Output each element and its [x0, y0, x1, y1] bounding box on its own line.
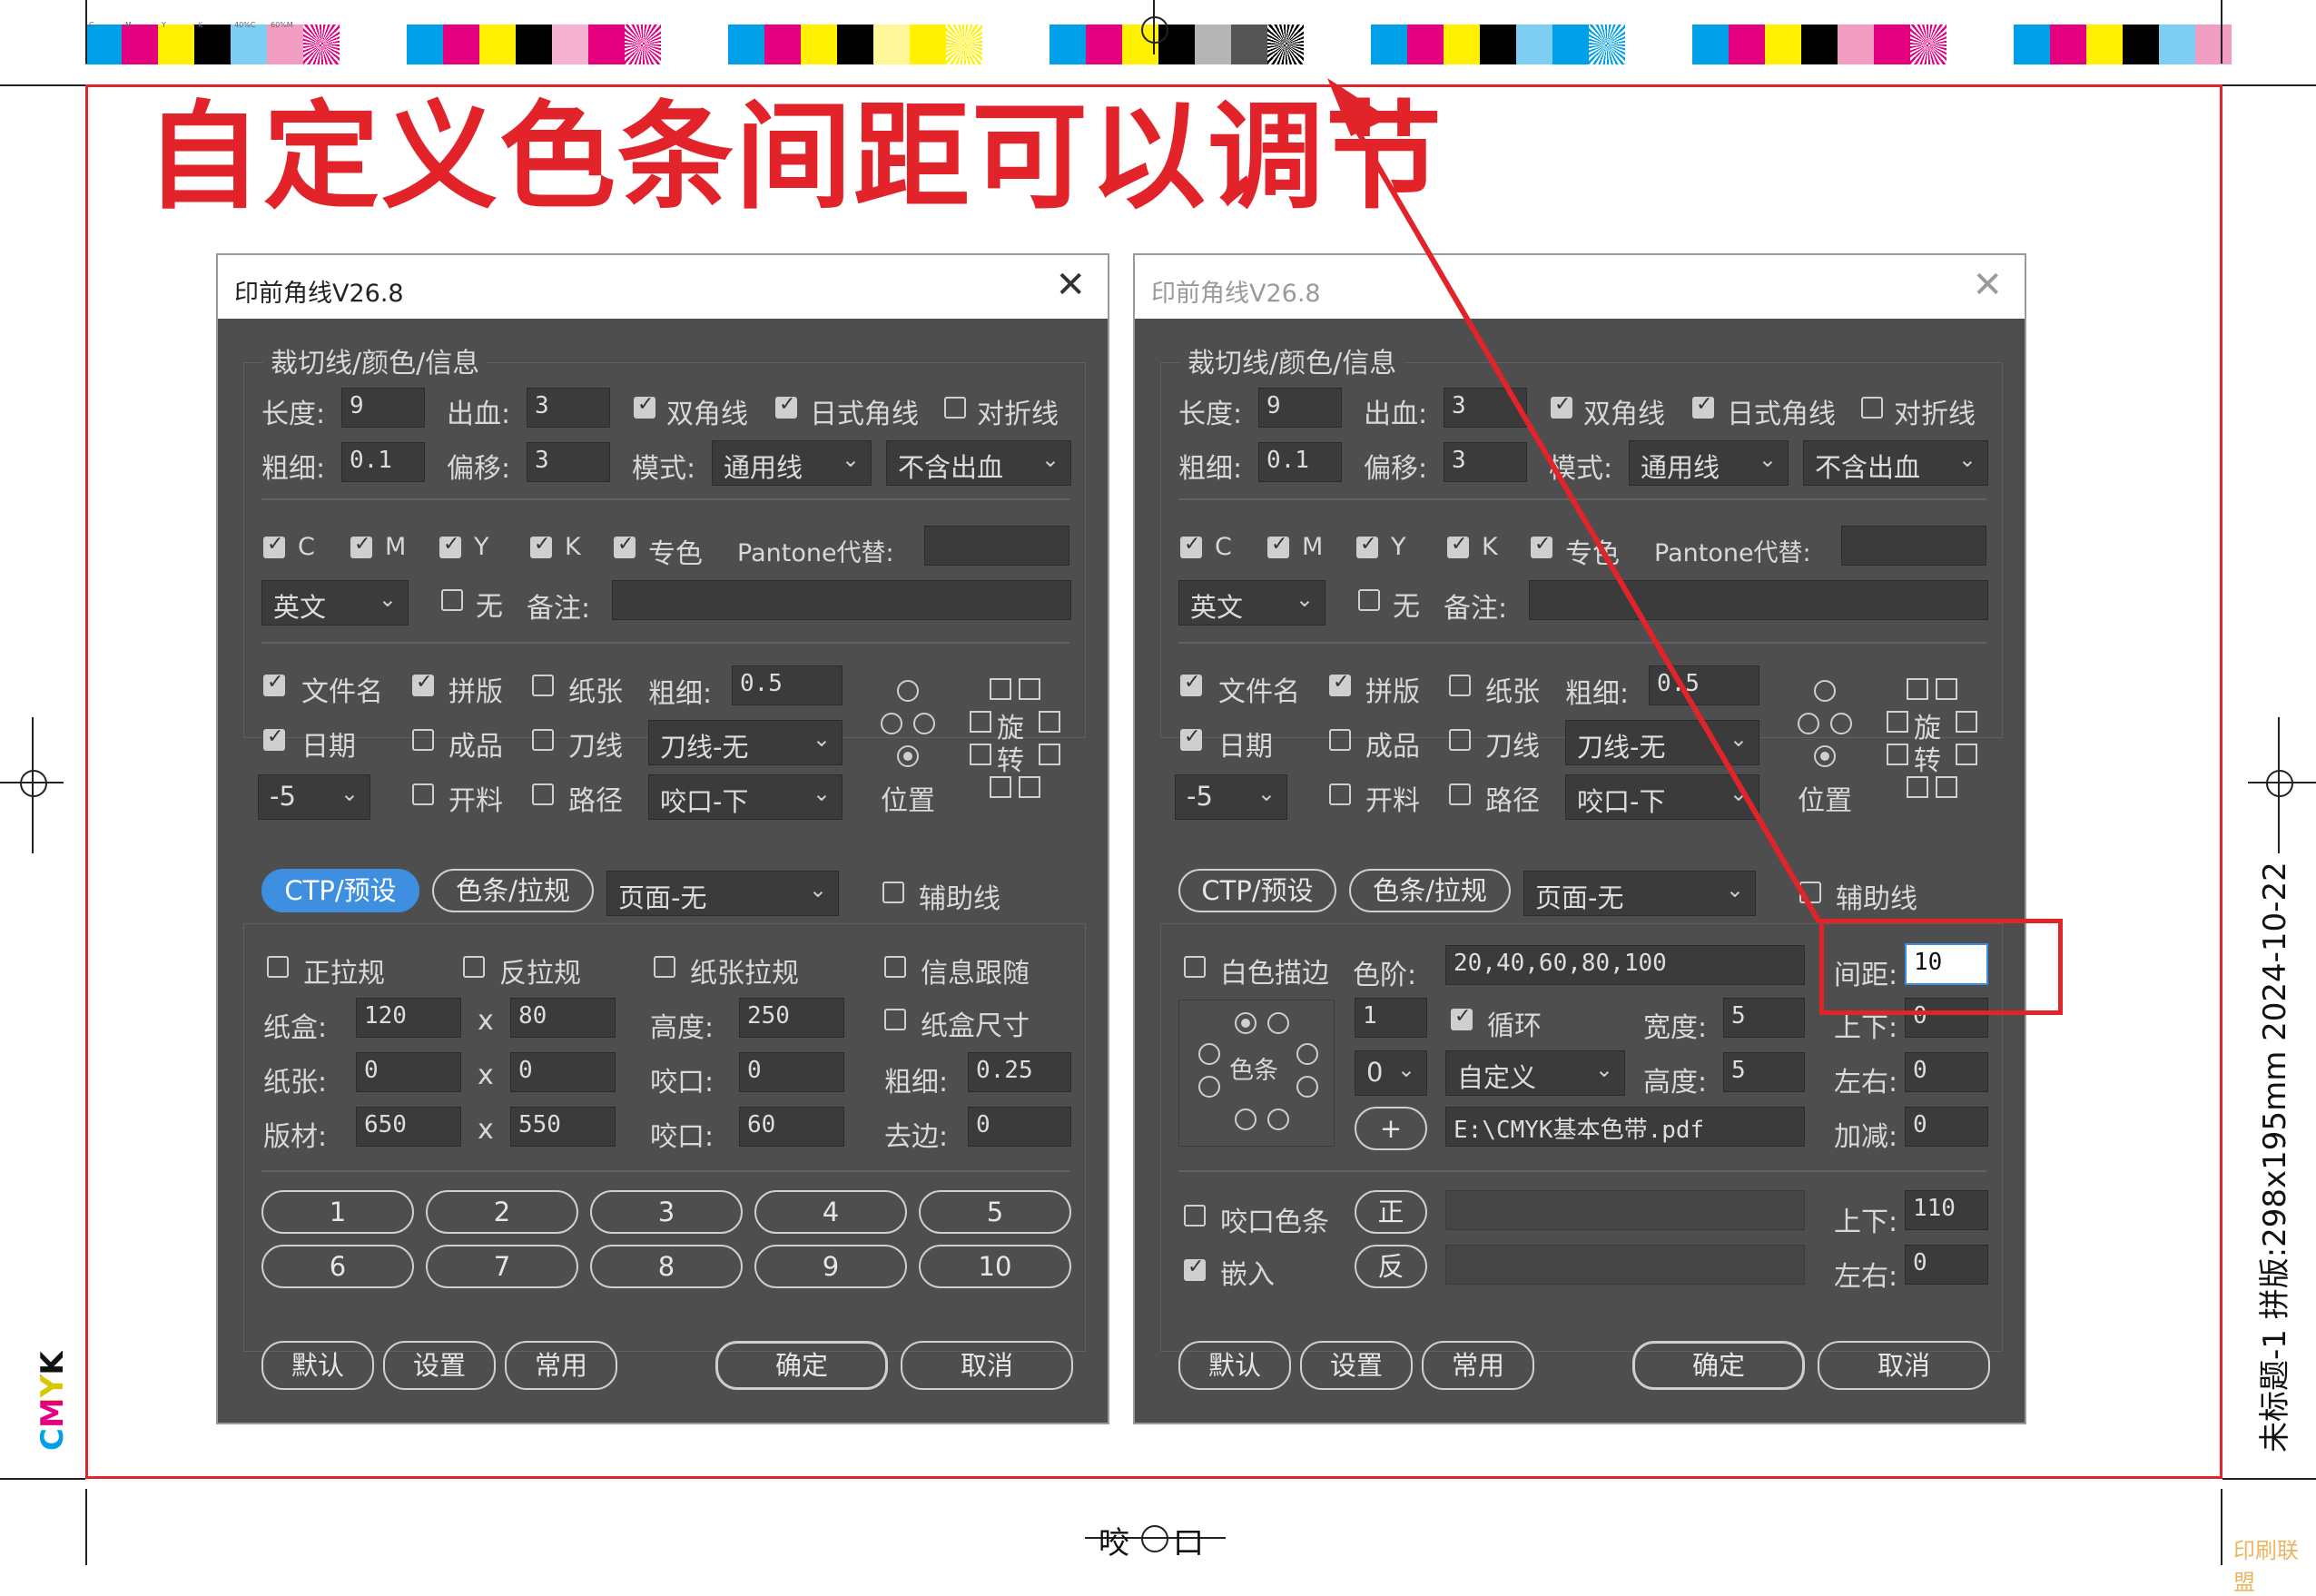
bottom-label-right: 口 — [1173, 1525, 1204, 1562]
cmyk-label: CMYK — [34, 1351, 71, 1451]
arrow-annotation — [1327, 78, 1822, 924]
bottom-label-left: 咬 — [1099, 1525, 1129, 1562]
watermark: 印刷联盟 — [2233, 1538, 2299, 1595]
side-info-label: 未标题-1 拼版:298x195mm 2024-10-22 — [2257, 862, 2293, 1453]
